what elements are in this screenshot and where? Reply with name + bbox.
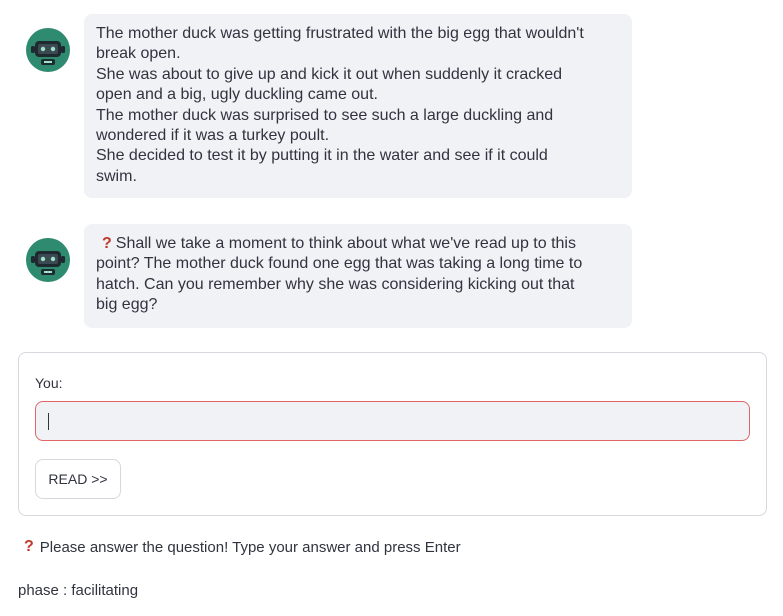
answer-input[interactable] [35, 401, 750, 441]
chat-message-2: ? Shall we take a moment to think about w… [24, 224, 632, 328]
warning-text: Please answer the question! Type your an… [39, 538, 461, 556]
assistant-question-bubble: ? Shall we take a moment to think about w… [84, 224, 632, 328]
robot-avatar-icon [24, 26, 72, 74]
message-line: big egg? [96, 296, 158, 314]
answer-form: You: READ >> [18, 352, 767, 516]
message-line: wondered if it was a turkey poult. [96, 127, 330, 145]
message-line: The mother duck was surprised to see suc… [96, 106, 554, 124]
message-line: ? Shall we take a moment to think about w… [96, 234, 618, 254]
phase-status: phase : facilitating [18, 582, 139, 599]
robot-avatar-icon [24, 236, 72, 284]
question-mark-icon: ? [102, 235, 112, 252]
message-line: She decided to test it by putting it in … [96, 147, 548, 165]
chat-message-1: The mother duck was getting frustrated w… [24, 14, 632, 198]
warning-message: ? Please answer the question! Type your … [24, 538, 461, 556]
message-line: break open. [96, 45, 181, 63]
read-button[interactable]: READ >> [35, 459, 121, 499]
message-line-text: Shall we take a moment to think about wh… [115, 235, 576, 252]
message-line: point? The mother duck found one egg tha… [96, 255, 583, 273]
text-caret [48, 413, 49, 430]
message-line: The mother duck was getting frustrated w… [96, 25, 584, 42]
question-mark-icon: ? [24, 538, 34, 555]
input-label: You: [35, 375, 63, 391]
message-line: open and a big, ugly duckling came out. [96, 86, 378, 104]
message-line: She was about to give up and kick it out… [96, 65, 563, 83]
message-line: hatch. Can you remember why she was cons… [96, 275, 575, 293]
message-line: swim. [96, 167, 137, 185]
assistant-message-bubble: The mother duck was getting frustrated w… [84, 14, 632, 198]
